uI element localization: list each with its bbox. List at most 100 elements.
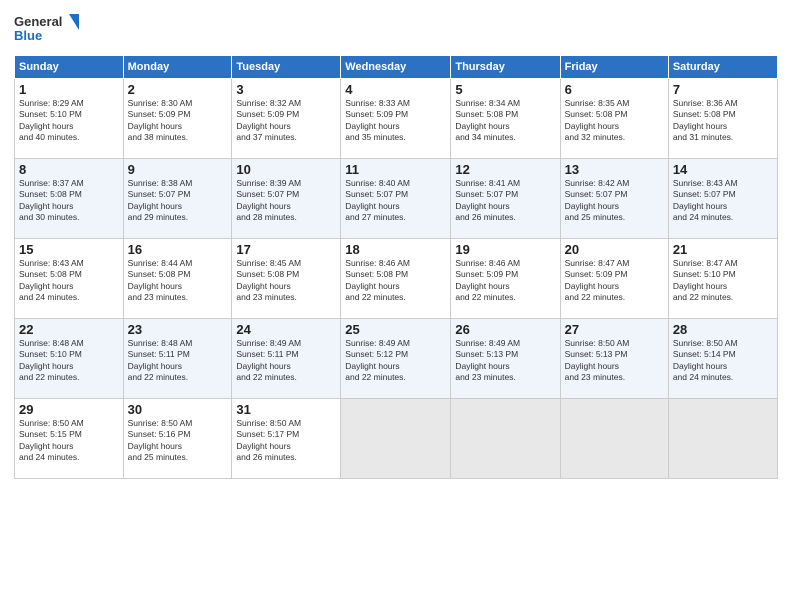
calendar-day-16: 16 Sunrise: 8:44 AMSunset: 5:08 PMDaylig… xyxy=(123,239,232,319)
calendar-header-sunday: Sunday xyxy=(15,56,124,79)
day-number: 11 xyxy=(345,162,446,177)
calendar-day-7: 7 Sunrise: 8:36 AMSunset: 5:08 PMDayligh… xyxy=(668,79,777,159)
calendar-header-thursday: Thursday xyxy=(451,56,560,79)
calendar-body: 1 Sunrise: 8:29 AMSunset: 5:10 PMDayligh… xyxy=(15,79,778,479)
day-info: Sunrise: 8:50 AMSunset: 5:14 PMDaylight … xyxy=(673,338,773,384)
logo: GeneralBlue xyxy=(14,12,84,47)
day-number: 31 xyxy=(236,402,336,417)
day-number: 7 xyxy=(673,82,773,97)
day-number: 3 xyxy=(236,82,336,97)
day-info: Sunrise: 8:35 AMSunset: 5:08 PMDaylight … xyxy=(565,98,664,144)
calendar-day-empty xyxy=(451,399,560,479)
calendar-week-2: 8 Sunrise: 8:37 AMSunset: 5:08 PMDayligh… xyxy=(15,159,778,239)
day-info: Sunrise: 8:44 AMSunset: 5:08 PMDaylight … xyxy=(128,258,228,304)
calendar-day-6: 6 Sunrise: 8:35 AMSunset: 5:08 PMDayligh… xyxy=(560,79,668,159)
day-info: Sunrise: 8:50 AMSunset: 5:15 PMDaylight … xyxy=(19,418,119,464)
calendar-day-empty xyxy=(560,399,668,479)
day-info: Sunrise: 8:40 AMSunset: 5:07 PMDaylight … xyxy=(345,178,446,224)
calendar-day-12: 12 Sunrise: 8:41 AMSunset: 5:07 PMDaylig… xyxy=(451,159,560,239)
day-number: 26 xyxy=(455,322,555,337)
calendar-day-24: 24 Sunrise: 8:49 AMSunset: 5:11 PMDaylig… xyxy=(232,319,341,399)
day-info: Sunrise: 8:48 AMSunset: 5:10 PMDaylight … xyxy=(19,338,119,384)
calendar-week-1: 1 Sunrise: 8:29 AMSunset: 5:10 PMDayligh… xyxy=(15,79,778,159)
calendar-day-23: 23 Sunrise: 8:48 AMSunset: 5:11 PMDaylig… xyxy=(123,319,232,399)
header: GeneralBlue xyxy=(14,12,778,47)
calendar-day-1: 1 Sunrise: 8:29 AMSunset: 5:10 PMDayligh… xyxy=(15,79,124,159)
day-number: 22 xyxy=(19,322,119,337)
calendar-day-26: 26 Sunrise: 8:49 AMSunset: 5:13 PMDaylig… xyxy=(451,319,560,399)
calendar-table: SundayMondayTuesdayWednesdayThursdayFrid… xyxy=(14,55,778,479)
day-number: 16 xyxy=(128,242,228,257)
calendar-header-friday: Friday xyxy=(560,56,668,79)
day-number: 25 xyxy=(345,322,446,337)
day-info: Sunrise: 8:47 AMSunset: 5:09 PMDaylight … xyxy=(565,258,664,304)
day-info: Sunrise: 8:49 AMSunset: 5:13 PMDaylight … xyxy=(455,338,555,384)
day-number: 9 xyxy=(128,162,228,177)
calendar-week-5: 29 Sunrise: 8:50 AMSunset: 5:15 PMDaylig… xyxy=(15,399,778,479)
day-info: Sunrise: 8:50 AMSunset: 5:13 PMDaylight … xyxy=(565,338,664,384)
day-info: Sunrise: 8:49 AMSunset: 5:12 PMDaylight … xyxy=(345,338,446,384)
calendar-week-3: 15 Sunrise: 8:43 AMSunset: 5:08 PMDaylig… xyxy=(15,239,778,319)
calendar-day-empty xyxy=(341,399,451,479)
calendar-day-20: 20 Sunrise: 8:47 AMSunset: 5:09 PMDaylig… xyxy=(560,239,668,319)
day-info: Sunrise: 8:41 AMSunset: 5:07 PMDaylight … xyxy=(455,178,555,224)
calendar-header-wednesday: Wednesday xyxy=(341,56,451,79)
day-number: 8 xyxy=(19,162,119,177)
calendar-day-17: 17 Sunrise: 8:45 AMSunset: 5:08 PMDaylig… xyxy=(232,239,341,319)
calendar-day-9: 9 Sunrise: 8:38 AMSunset: 5:07 PMDayligh… xyxy=(123,159,232,239)
calendar-day-13: 13 Sunrise: 8:42 AMSunset: 5:07 PMDaylig… xyxy=(560,159,668,239)
logo-icon: GeneralBlue xyxy=(14,12,84,47)
day-info: Sunrise: 8:49 AMSunset: 5:11 PMDaylight … xyxy=(236,338,336,384)
day-info: Sunrise: 8:43 AMSunset: 5:08 PMDaylight … xyxy=(19,258,119,304)
day-info: Sunrise: 8:47 AMSunset: 5:10 PMDaylight … xyxy=(673,258,773,304)
day-info: Sunrise: 8:50 AMSunset: 5:16 PMDaylight … xyxy=(128,418,228,464)
day-info: Sunrise: 8:43 AMSunset: 5:07 PMDaylight … xyxy=(673,178,773,224)
day-info: Sunrise: 8:48 AMSunset: 5:11 PMDaylight … xyxy=(128,338,228,384)
calendar-day-27: 27 Sunrise: 8:50 AMSunset: 5:13 PMDaylig… xyxy=(560,319,668,399)
day-info: Sunrise: 8:32 AMSunset: 5:09 PMDaylight … xyxy=(236,98,336,144)
day-number: 14 xyxy=(673,162,773,177)
day-number: 17 xyxy=(236,242,336,257)
calendar-day-15: 15 Sunrise: 8:43 AMSunset: 5:08 PMDaylig… xyxy=(15,239,124,319)
calendar-day-5: 5 Sunrise: 8:34 AMSunset: 5:08 PMDayligh… xyxy=(451,79,560,159)
calendar-day-empty xyxy=(668,399,777,479)
calendar-day-2: 2 Sunrise: 8:30 AMSunset: 5:09 PMDayligh… xyxy=(123,79,232,159)
svg-text:Blue: Blue xyxy=(14,28,42,43)
day-info: Sunrise: 8:33 AMSunset: 5:09 PMDaylight … xyxy=(345,98,446,144)
day-info: Sunrise: 8:39 AMSunset: 5:07 PMDaylight … xyxy=(236,178,336,224)
day-info: Sunrise: 8:29 AMSunset: 5:10 PMDaylight … xyxy=(19,98,119,144)
svg-text:General: General xyxy=(14,14,62,29)
day-number: 24 xyxy=(236,322,336,337)
day-number: 28 xyxy=(673,322,773,337)
day-number: 12 xyxy=(455,162,555,177)
calendar-day-25: 25 Sunrise: 8:49 AMSunset: 5:12 PMDaylig… xyxy=(341,319,451,399)
day-info: Sunrise: 8:45 AMSunset: 5:08 PMDaylight … xyxy=(236,258,336,304)
calendar-day-30: 30 Sunrise: 8:50 AMSunset: 5:16 PMDaylig… xyxy=(123,399,232,479)
day-number: 6 xyxy=(565,82,664,97)
page: GeneralBlue SundayMondayTuesdayWednesday… xyxy=(0,0,792,612)
day-info: Sunrise: 8:30 AMSunset: 5:09 PMDaylight … xyxy=(128,98,228,144)
calendar-day-11: 11 Sunrise: 8:40 AMSunset: 5:07 PMDaylig… xyxy=(341,159,451,239)
calendar-day-14: 14 Sunrise: 8:43 AMSunset: 5:07 PMDaylig… xyxy=(668,159,777,239)
day-info: Sunrise: 8:34 AMSunset: 5:08 PMDaylight … xyxy=(455,98,555,144)
day-info: Sunrise: 8:46 AMSunset: 5:08 PMDaylight … xyxy=(345,258,446,304)
calendar-header-saturday: Saturday xyxy=(668,56,777,79)
day-info: Sunrise: 8:37 AMSunset: 5:08 PMDaylight … xyxy=(19,178,119,224)
calendar-day-8: 8 Sunrise: 8:37 AMSunset: 5:08 PMDayligh… xyxy=(15,159,124,239)
day-number: 29 xyxy=(19,402,119,417)
day-info: Sunrise: 8:38 AMSunset: 5:07 PMDaylight … xyxy=(128,178,228,224)
calendar-day-21: 21 Sunrise: 8:47 AMSunset: 5:10 PMDaylig… xyxy=(668,239,777,319)
day-number: 2 xyxy=(128,82,228,97)
day-number: 20 xyxy=(565,242,664,257)
day-number: 4 xyxy=(345,82,446,97)
day-info: Sunrise: 8:42 AMSunset: 5:07 PMDaylight … xyxy=(565,178,664,224)
calendar-day-19: 19 Sunrise: 8:46 AMSunset: 5:09 PMDaylig… xyxy=(451,239,560,319)
day-info: Sunrise: 8:50 AMSunset: 5:17 PMDaylight … xyxy=(236,418,336,464)
day-number: 18 xyxy=(345,242,446,257)
day-number: 15 xyxy=(19,242,119,257)
calendar-week-4: 22 Sunrise: 8:48 AMSunset: 5:10 PMDaylig… xyxy=(15,319,778,399)
day-number: 23 xyxy=(128,322,228,337)
day-number: 21 xyxy=(673,242,773,257)
day-number: 30 xyxy=(128,402,228,417)
calendar-day-10: 10 Sunrise: 8:39 AMSunset: 5:07 PMDaylig… xyxy=(232,159,341,239)
